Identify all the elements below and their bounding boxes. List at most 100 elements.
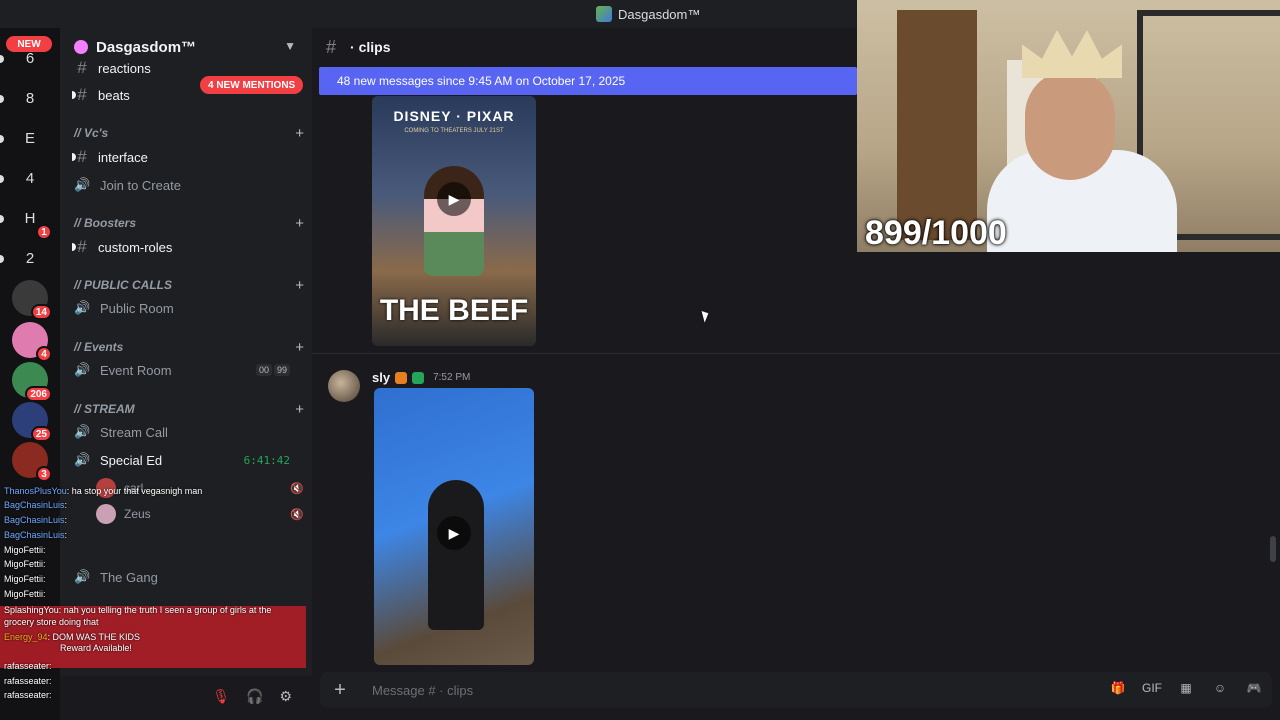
unread-indicator xyxy=(0,95,4,103)
emoji-icon[interactable]: ☺ xyxy=(1210,681,1230,695)
hash-icon: # xyxy=(77,147,87,166)
message-timestamp: 7:52 PM xyxy=(433,372,471,383)
channel-event-room[interactable]: 🔊 Event Room 00 99 xyxy=(74,358,304,382)
message-composer[interactable]: + Message # · clips 🎁 GIF ▦ ☺ 🎮 xyxy=(320,672,1272,708)
server-avatar-3[interactable]: 206 xyxy=(12,362,52,402)
new-messages-banner[interactable]: 48 new messages since 9:45 AM on October… xyxy=(319,67,857,95)
server-avatar-2[interactable]: 4 xyxy=(12,322,52,362)
server-icon xyxy=(596,6,612,22)
add-channel-icon[interactable]: + xyxy=(295,125,304,142)
category-events[interactable]: // Events + xyxy=(74,338,304,356)
role-icon xyxy=(395,371,408,384)
deafen-icon[interactable]: 🎧 xyxy=(246,688,263,705)
server-icon xyxy=(74,40,88,54)
channel-special-ed[interactable]: 🔊 Special Ed 6:41:42 xyxy=(74,448,304,472)
streamer-figure xyxy=(1025,70,1115,180)
new-mentions-pill[interactable]: 4 NEW MENTIONS xyxy=(200,76,304,94)
role-icon xyxy=(412,371,425,384)
gear-icon[interactable]: ⚙ xyxy=(279,688,292,705)
category-public-calls[interactable]: // PUBLIC CALLS + xyxy=(74,276,304,294)
mention-badge: 3 xyxy=(36,466,52,482)
user-limit-counter: 00 99 xyxy=(255,364,290,376)
avatar[interactable] xyxy=(328,370,360,402)
add-channel-icon[interactable]: + xyxy=(295,401,304,418)
play-icon[interactable]: ▶ xyxy=(437,182,471,216)
server-4[interactable]: 4 xyxy=(12,160,48,196)
gif-icon[interactable]: GIF xyxy=(1142,681,1162,695)
mention-badge: 1 xyxy=(36,224,52,240)
hash-icon: # xyxy=(326,36,337,57)
unread-indicator xyxy=(0,215,4,223)
hash-icon: # xyxy=(77,85,87,104)
add-channel-icon[interactable]: + xyxy=(295,215,304,232)
mention-badge: 4 xyxy=(36,346,52,362)
server-h[interactable]: H1 xyxy=(12,200,52,240)
gift-icon[interactable]: 🎁 xyxy=(1108,681,1128,695)
unread-indicator xyxy=(0,55,4,63)
server-e[interactable]: E xyxy=(12,120,48,156)
channel-public-room[interactable]: 🔊 Public Room xyxy=(74,296,304,320)
unread-indicator xyxy=(0,255,4,263)
mic-muted-icon[interactable]: 🎙 xyxy=(212,688,230,705)
speaker-icon: 🔊 xyxy=(74,452,91,467)
speaker-icon: 🔊 xyxy=(74,569,91,584)
message-input[interactable]: Message # · clips xyxy=(372,683,473,698)
server-8[interactable]: 8 xyxy=(12,80,48,116)
add-channel-icon[interactable]: + xyxy=(295,277,304,294)
channel-title: · clips xyxy=(350,39,391,55)
server-avatar-1[interactable]: 14 xyxy=(12,280,52,320)
add-channel-icon[interactable]: + xyxy=(295,339,304,356)
category-vcs[interactable]: // Vc's + xyxy=(74,124,304,142)
webcam-overlay: 899/1000 xyxy=(857,0,1280,252)
mention-badge: 206 xyxy=(25,386,52,402)
webcam-background xyxy=(897,10,977,240)
crown-icon xyxy=(1022,30,1122,78)
activities-icon[interactable]: 🎮 xyxy=(1244,681,1264,695)
speaker-icon: 🔊 xyxy=(74,362,91,377)
play-icon[interactable]: ▶ xyxy=(437,516,471,550)
user-panel: 🎙 🎧 ⚙ xyxy=(60,676,312,720)
muted-icon: 🔇 xyxy=(290,482,304,495)
channel-join-to-create[interactable]: 🔊 Join to Create xyxy=(74,173,304,197)
message-header: sly 7:52 PM xyxy=(372,370,470,385)
video-attachment[interactable]: DISNEY · PIXAR COMING TO THEATERS JULY 2… xyxy=(372,96,536,346)
sticker-icon[interactable]: ▦ xyxy=(1176,681,1196,695)
window-title-text: Dasgasdom™ xyxy=(618,6,701,22)
call-timer: 6:41:42 xyxy=(243,453,290,467)
avatar xyxy=(96,504,116,524)
channel-the-gang[interactable]: 🔊 The Gang xyxy=(74,565,304,589)
chevron-down-icon: ▼ xyxy=(284,39,296,53)
avatar xyxy=(96,478,116,498)
mention-badge: 25 xyxy=(30,426,52,442)
channel-stream-call[interactable]: 🔊 Stream Call xyxy=(74,420,304,444)
window-title: Dasgasdom™ xyxy=(596,6,700,22)
author-name[interactable]: sly xyxy=(372,370,390,385)
video-brand-text: DISNEY · PIXAR xyxy=(393,108,515,124)
category-boosters[interactable]: // Boosters + xyxy=(74,214,304,232)
message-divider xyxy=(312,353,1280,354)
server-avatar-5[interactable]: 3 xyxy=(12,442,52,482)
mention-badge: 14 xyxy=(30,304,52,320)
category-stream[interactable]: // STREAM + xyxy=(74,400,304,418)
server-6[interactable]: 6 xyxy=(12,40,48,76)
server-2[interactable]: 2 xyxy=(12,240,48,276)
channel-custom-roles[interactable]: # custom-roles xyxy=(72,235,304,259)
voice-user[interactable]: carl 🔇 xyxy=(96,476,304,500)
video-caption-text: THE BEEF xyxy=(379,294,529,327)
voice-user[interactable]: Zeus 🔇 xyxy=(96,502,304,526)
server-rail: NEW 6 8 E 4 H1 2 14 4 206 25 3 xyxy=(0,28,60,720)
video-thumbnail-figure xyxy=(428,480,484,630)
add-attachment-icon[interactable]: + xyxy=(320,679,360,702)
channel-interface[interactable]: # interface xyxy=(72,145,304,169)
channel-header: # · clips xyxy=(312,28,857,66)
speaker-icon: 🔊 xyxy=(74,177,91,192)
scrollbar[interactable] xyxy=(1270,536,1276,562)
hash-icon: # xyxy=(77,58,87,77)
muted-icon: 🔇 xyxy=(290,508,304,521)
video-attachment[interactable]: ▶ xyxy=(374,388,534,665)
video-subtitle-text: COMING TO THEATERS JULY 21ST xyxy=(404,128,504,134)
hash-icon: # xyxy=(77,237,87,256)
server-avatar-4[interactable]: 25 xyxy=(12,402,52,442)
speaker-icon: 🔊 xyxy=(74,424,91,439)
app-window: Dasgasdom™ NEW 6 8 E 4 H1 2 14 4 206 25 … xyxy=(0,0,1280,720)
